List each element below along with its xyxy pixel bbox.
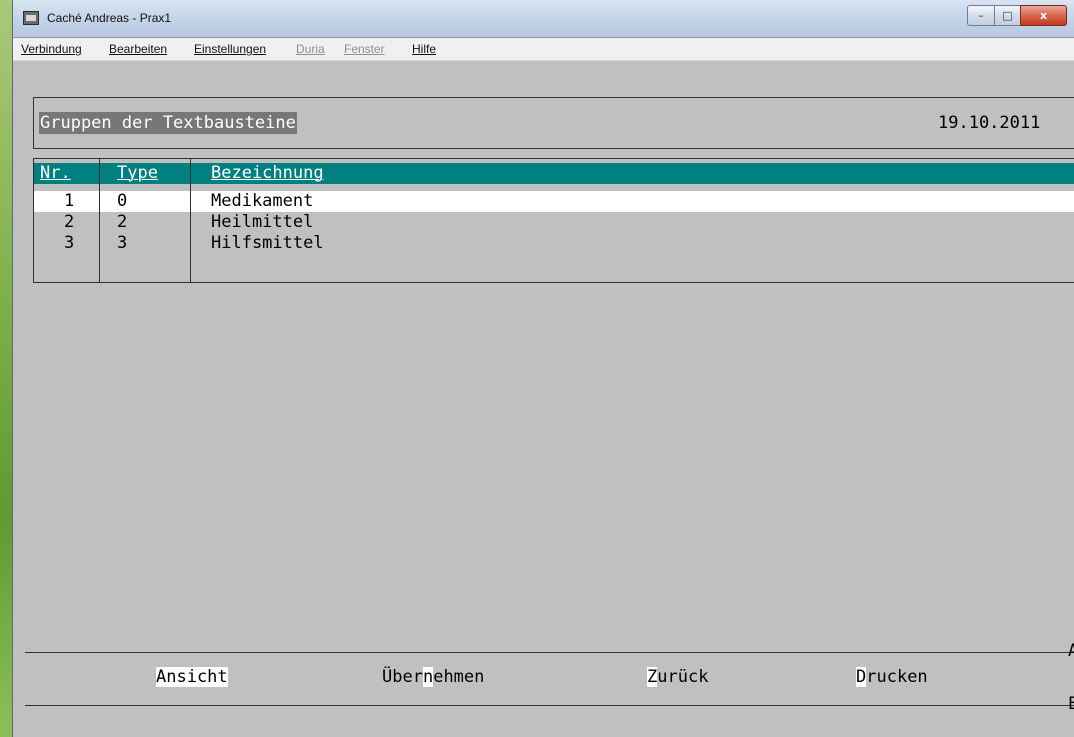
- row-bezeichnung: Medikament: [211, 191, 314, 211]
- row-bezeichnung: Heilmittel: [211, 212, 314, 232]
- menu-bearbeiten[interactable]: Bearbeiten: [109, 42, 167, 56]
- function-bar-top-line: [25, 652, 1074, 653]
- menu-bar: Verbindung Bearbeiten Einstellungen Duri…: [13, 38, 1074, 61]
- function-bar-bottom-line: [25, 705, 1074, 706]
- drucken-button[interactable]: Drucken: [856, 666, 928, 688]
- menu-verbindung[interactable]: Verbindung: [21, 42, 82, 56]
- menu-fenster[interactable]: Fenster: [344, 42, 385, 56]
- ansicht-button[interactable]: Ansicht: [156, 666, 228, 688]
- edge-label-e: E: [1068, 694, 1074, 714]
- menu-duria[interactable]: Duria: [296, 42, 325, 56]
- page-title: Gruppen der Textbausteine: [39, 112, 297, 134]
- row-type: 2: [117, 212, 128, 232]
- column-header-bezeichnung[interactable]: Bezeichnung: [211, 163, 324, 184]
- close-button[interactable]: x: [1020, 5, 1067, 26]
- title-bar[interactable]: Caché Andreas - Prax1 – □ x: [13, 0, 1074, 38]
- row-nr: 3: [64, 233, 75, 253]
- terminal-app-icon[interactable]: [23, 11, 39, 25]
- row-type: 0: [117, 191, 128, 211]
- header-date: 19.10.2011: [938, 113, 1041, 133]
- menu-hilfe[interactable]: Hilfe: [412, 42, 436, 56]
- column-header-type[interactable]: Type: [117, 163, 158, 184]
- column-header-nr[interactable]: Nr.: [40, 163, 71, 184]
- minimize-button[interactable]: –: [967, 5, 995, 26]
- menu-einstellungen[interactable]: Einstellungen: [194, 42, 266, 56]
- terminal-window: Caché Andreas - Prax1 – □ x Verbindung B…: [12, 0, 1074, 737]
- row-type: 3: [117, 233, 128, 253]
- zurueck-button[interactable]: Zurück: [647, 666, 708, 688]
- row-nr: 1: [64, 191, 75, 211]
- row-nr: 2: [64, 212, 75, 232]
- column-divider: [99, 158, 100, 283]
- row-bezeichnung: Hilfsmittel: [211, 233, 324, 253]
- window-title: Caché Andreas - Prax1: [47, 11, 172, 25]
- desktop-background: [0, 0, 12, 737]
- maximize-button[interactable]: □: [994, 5, 1021, 26]
- uebernehmen-button[interactable]: Übernehmen: [382, 666, 484, 688]
- edge-label-a: A: [1068, 641, 1074, 661]
- column-divider: [190, 158, 191, 283]
